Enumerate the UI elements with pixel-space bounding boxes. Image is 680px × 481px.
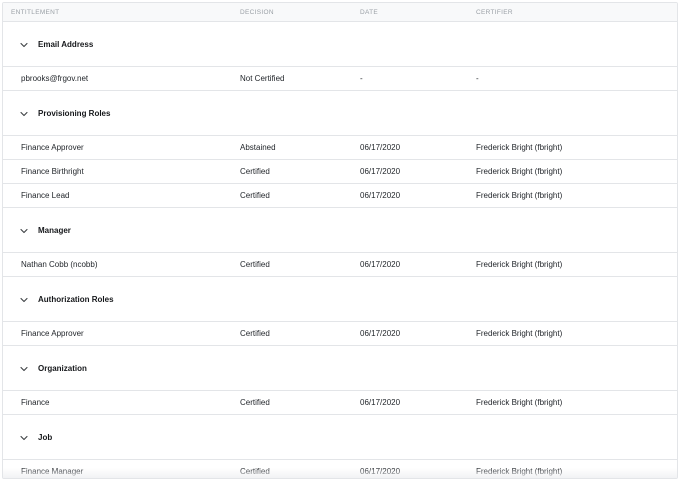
- entitlement-cell: Nathan Cobb (ncobb): [21, 260, 98, 269]
- column-header-date[interactable]: DATE: [360, 3, 378, 22]
- decision-cell: Certified: [240, 398, 270, 407]
- group-header[interactable]: Email Address: [3, 22, 677, 67]
- table-row[interactable]: Finance Certified 06/17/2020 Frederick B…: [3, 391, 677, 415]
- chevron-down-icon[interactable]: [19, 226, 29, 236]
- decision-cell: Not Certified: [240, 74, 285, 83]
- decision-cell: Certified: [240, 191, 270, 200]
- entitlement-cell: pbrooks@frgov.net: [21, 74, 89, 83]
- table-row[interactable]: Finance Approver Abstained 06/17/2020 Fr…: [3, 136, 677, 160]
- scroll-fade: [3, 468, 677, 478]
- entitlement-cell: Finance Lead: [21, 191, 70, 200]
- chevron-down-icon[interactable]: [19, 109, 29, 119]
- group-header[interactable]: Job: [3, 415, 677, 460]
- certifier-cell: -: [476, 74, 479, 83]
- group-title: Authorization Roles: [38, 295, 114, 304]
- certifier-cell: Frederick Bright (fbright): [476, 191, 563, 200]
- column-header-entitlement[interactable]: ENTITLEMENT: [11, 3, 59, 22]
- date-cell: 06/17/2020: [360, 167, 401, 176]
- date-cell: 06/17/2020: [360, 143, 401, 152]
- chevron-down-icon[interactable]: [19, 364, 29, 374]
- chevron-down-icon[interactable]: [19, 40, 29, 50]
- group-title: Organization: [38, 364, 87, 373]
- group-header[interactable]: Organization: [3, 346, 677, 391]
- date-cell: 06/17/2020: [360, 191, 401, 200]
- group-title: Manager: [38, 226, 71, 235]
- certifier-cell: Frederick Bright (fbright): [476, 329, 563, 338]
- entitlement-cell: Finance Approver: [21, 143, 84, 152]
- date-cell: 06/17/2020: [360, 329, 401, 338]
- table-row[interactable]: Finance Lead Certified 06/17/2020 Freder…: [3, 184, 677, 208]
- group-header[interactable]: Authorization Roles: [3, 277, 677, 322]
- table-row[interactable]: Finance Approver Certified 06/17/2020 Fr…: [3, 322, 677, 346]
- entitlement-cell: Finance Birthright: [21, 167, 84, 176]
- entitlements-table: ENTITLEMENT DECISION DATE CERTIFIER Emai…: [2, 2, 678, 479]
- column-header-decision[interactable]: DECISION: [240, 3, 274, 22]
- certifier-cell: Frederick Bright (fbright): [476, 143, 563, 152]
- date-cell: 06/17/2020: [360, 260, 401, 269]
- date-cell: 06/17/2020: [360, 398, 401, 407]
- decision-cell: Certified: [240, 167, 270, 176]
- table-row[interactable]: Finance Birthright Certified 06/17/2020 …: [3, 160, 677, 184]
- column-header-certifier[interactable]: CERTIFIER: [476, 3, 513, 22]
- table-row[interactable]: Nathan Cobb (ncobb) Certified 06/17/2020…: [3, 253, 677, 277]
- chevron-down-icon[interactable]: [19, 295, 29, 305]
- entitlement-cell: Finance: [21, 398, 50, 407]
- table-row[interactable]: pbrooks@frgov.net Not Certified - -: [3, 67, 677, 91]
- table-header: ENTITLEMENT DECISION DATE CERTIFIER: [3, 3, 677, 22]
- chevron-down-icon[interactable]: [19, 433, 29, 443]
- decision-cell: Certified: [240, 329, 270, 338]
- decision-cell: Certified: [240, 260, 270, 269]
- group-title: Email Address: [38, 40, 94, 49]
- group-title: Job: [38, 433, 53, 442]
- table-body: Email Address pbrooks@frgov.net Not Cert…: [3, 22, 677, 478]
- certifier-cell: Frederick Bright (fbright): [476, 398, 563, 407]
- decision-cell: Abstained: [240, 143, 276, 152]
- certifier-cell: Frederick Bright (fbright): [476, 260, 563, 269]
- group-title: Provisioning Roles: [38, 109, 111, 118]
- group-header[interactable]: Manager: [3, 208, 677, 253]
- entitlement-cell: Finance Approver: [21, 329, 84, 338]
- date-cell: -: [360, 74, 363, 83]
- group-header[interactable]: Provisioning Roles: [3, 91, 677, 136]
- certifier-cell: Frederick Bright (fbright): [476, 167, 563, 176]
